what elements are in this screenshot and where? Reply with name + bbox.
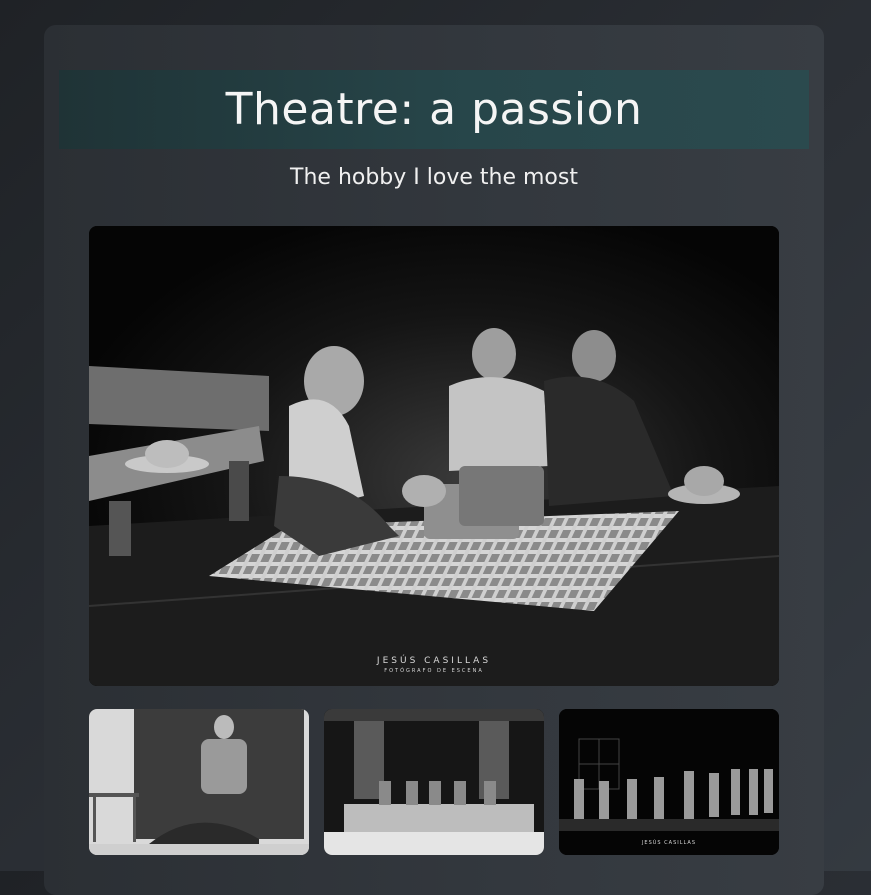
- thumbnail-photo-2[interactable]: [324, 709, 544, 855]
- thumbnail-photo-1[interactable]: [89, 709, 309, 855]
- main-photo-watermark-name: JESÚS CASILLAS: [376, 654, 491, 666]
- thumbnail-3-watermark: JESÚS CASILLAS: [641, 839, 696, 846]
- thumbnail-3-image: JESÚS CASILLAS: [559, 709, 779, 855]
- page-title: Theatre: a passion: [225, 84, 643, 135]
- main-theatre-photo[interactable]: JESÚS CASILLAS FOTÓGRAFO DE ESCENA: [89, 226, 779, 686]
- title-banner: Theatre: a passion: [59, 70, 809, 149]
- main-photo-image: JESÚS CASILLAS FOTÓGRAFO DE ESCENA: [89, 226, 779, 686]
- thumbnail-2-image: [324, 709, 544, 855]
- main-photo-watermark-role: FOTÓGRAFO DE ESCENA: [384, 667, 484, 674]
- content-card: Theatre: a passion The hobby I love the …: [44, 25, 824, 895]
- page-subtitle: The hobby I love the most: [290, 165, 578, 190]
- thumbnail-photo-3[interactable]: JESÚS CASILLAS: [559, 709, 779, 855]
- thumbnail-1-image: [89, 709, 309, 855]
